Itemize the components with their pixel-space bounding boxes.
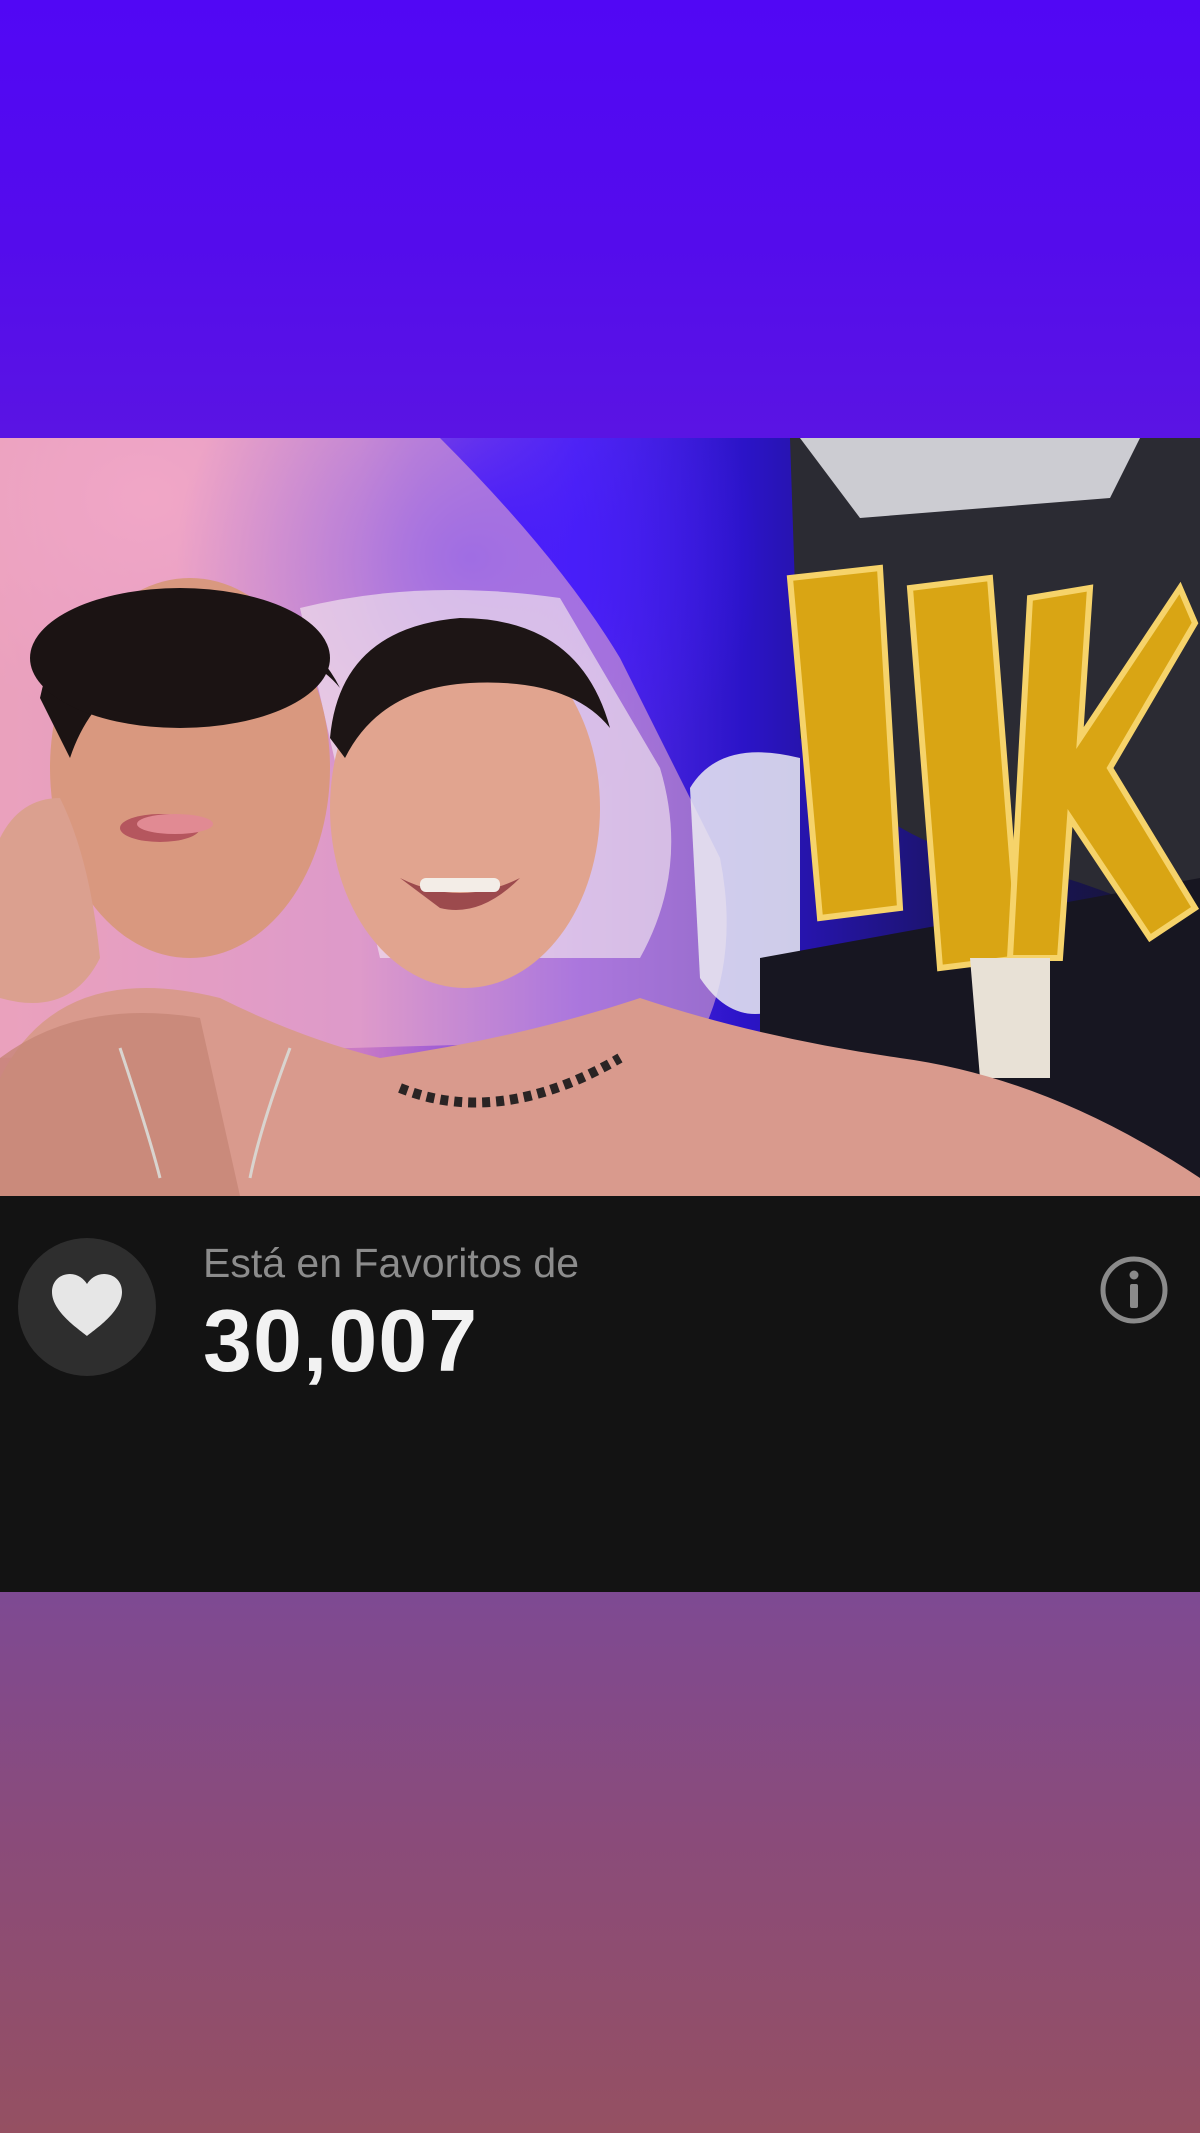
profile-photo — [0, 438, 1200, 1196]
favorite-button[interactable] — [18, 1238, 156, 1376]
bottom-background — [0, 1592, 1200, 2133]
top-background — [0, 0, 1200, 438]
favorites-bar: Está en Favoritos de 30,007 — [0, 1196, 1200, 1592]
favorites-caption: Está en Favoritos de — [203, 1240, 580, 1286]
info-button[interactable] — [1098, 1254, 1170, 1326]
heart-icon — [50, 1272, 124, 1343]
favorites-count: 30,007 — [203, 1291, 479, 1390]
info-icon — [1098, 1256, 1170, 1330]
